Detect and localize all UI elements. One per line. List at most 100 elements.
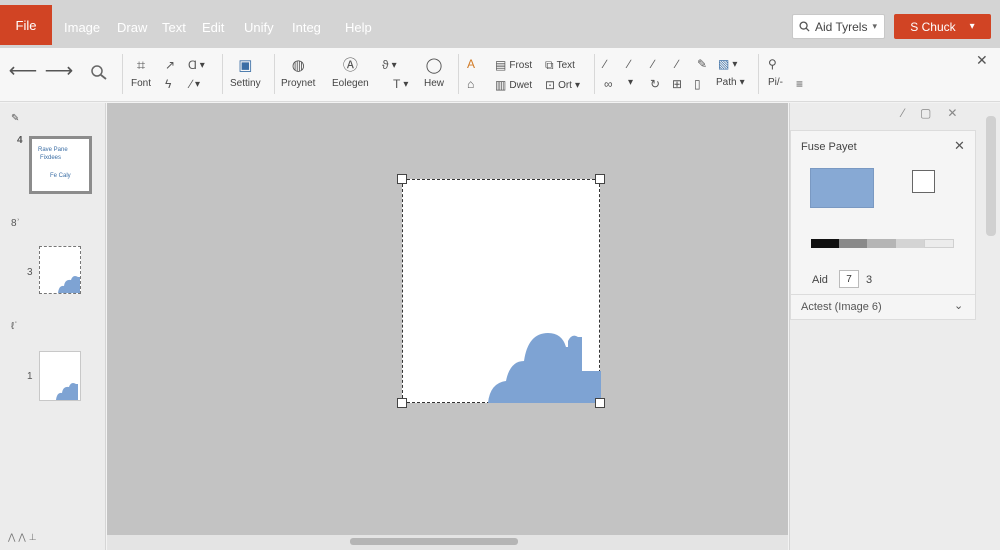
search-box[interactable]: Aid Tyrels ▾: [792, 14, 885, 39]
pencil-tool-button[interactable]: ϟ: [165, 77, 171, 91]
new-button[interactable]: ◯ Hew: [424, 56, 444, 90]
resize-handle-bottom-left[interactable]: [397, 398, 407, 408]
cloud-shape[interactable]: [488, 317, 601, 403]
text-icon: ⧉: [545, 58, 554, 72]
undo-arrow-icon: ⟵: [8, 60, 38, 82]
more-button[interactable]: Pi/-: [768, 77, 783, 88]
text-button[interactable]: ⧉ Text: [545, 58, 575, 73]
brush-tool-button[interactable]: ∕ ▾: [190, 77, 200, 91]
close-icon[interactable]: ✕: [947, 106, 957, 120]
pin-button[interactable]: ✎: [697, 57, 707, 71]
pen-tool-button[interactable]: ∕: [604, 57, 606, 71]
layout-button[interactable]: ▯: [694, 77, 701, 91]
thumbnail-text: Fe Caly: [50, 173, 71, 179]
selected-slide[interactable]: [402, 179, 601, 403]
insert-button[interactable]: ▥ Dwet: [495, 78, 532, 92]
hamburger-icon: ≡: [796, 77, 804, 91]
path-button[interactable]: Path ▾: [716, 77, 745, 88]
menu-item-text[interactable]: Text: [162, 20, 186, 35]
zoom-button[interactable]: [89, 63, 109, 81]
crop-button[interactable]: ⊞: [672, 77, 682, 91]
frame-icon[interactable]: [912, 170, 935, 193]
chevron-down-icon: ▾: [628, 77, 634, 88]
format-card: [790, 130, 976, 320]
dropdown-small-button[interactable]: ▾: [628, 77, 633, 88]
gradient-stop[interactable]: [811, 239, 840, 248]
vertical-scrollbar[interactable]: [986, 116, 996, 236]
panel-title: Fuse Payet: [801, 141, 857, 153]
pencil-icon[interactable]: ✎: [11, 113, 19, 124]
slide-thumbnail-1[interactable]: Rave Pane Fixdees Fe Caly: [29, 136, 92, 194]
ort-label: Ort: [558, 79, 572, 91]
image-dropdown[interactable]: Actest (Image 6): [801, 301, 882, 313]
arrow-tool-icon: ↗: [165, 58, 176, 72]
marker-tool-button[interactable]: ∕: [628, 57, 630, 71]
close-icon[interactable]: ✕: [954, 138, 965, 154]
line-tool-button[interactable]: Ɑ ▾: [188, 58, 205, 72]
chevron-down-icon[interactable]: ⌄: [954, 299, 963, 312]
edit-design-label: Eolegen: [332, 78, 369, 89]
line-tool-icon: Ɑ: [188, 58, 197, 72]
close-icon[interactable]: ✕: [976, 52, 988, 69]
pivot-button[interactable]: ⚲: [768, 57, 777, 71]
menu-item-unify[interactable]: Unify: [244, 20, 274, 35]
divider: [791, 294, 975, 295]
font-button[interactable]: ⌗ Font: [131, 56, 151, 90]
format-text-icon: ▤: [495, 58, 507, 72]
edit-design-button[interactable]: Ⓐ Eolegen: [332, 56, 369, 90]
link-button[interactable]: ∞: [604, 77, 613, 91]
gradient-bar[interactable]: [811, 239, 955, 248]
gradient-stop[interactable]: [923, 239, 955, 248]
menu-item-help[interactable]: Help: [345, 20, 372, 35]
insert-icon: ▥: [495, 78, 507, 92]
ribbon-separator: [458, 54, 459, 94]
resize-handle-bottom-right[interactable]: [595, 398, 605, 408]
color-swatch[interactable]: [810, 168, 874, 208]
pin-icon: ✎: [697, 57, 708, 71]
menu-button[interactable]: ≡: [796, 77, 803, 91]
fill-button[interactable]: ▧ ▾: [718, 57, 737, 71]
globe-icon: ◍: [291, 56, 305, 74]
redo-button[interactable]: ⟶: [45, 61, 74, 81]
statusbar-icons: ⋀⋀⊥: [8, 532, 40, 542]
property-label: Proynet: [281, 78, 316, 89]
arrow-tool-button[interactable]: ↗: [165, 58, 175, 72]
thumbnail-text: Rave Pane: [38, 147, 68, 153]
refresh-icon: ↻: [650, 77, 661, 91]
chevron-down-icon: ▾: [199, 59, 205, 71]
settings-button[interactable]: ▣ Settiny: [230, 56, 261, 90]
gradient-stop[interactable]: [895, 239, 924, 248]
undo-button[interactable]: ⟵: [8, 60, 38, 82]
restore-icon[interactable]: ▢: [920, 106, 931, 120]
ort-button[interactable]: ⊡ Ort ▾: [545, 78, 580, 92]
lock-button[interactable]: ⌂: [467, 77, 474, 91]
slide-thumbnail-3[interactable]: [39, 351, 81, 401]
slide-thumbnail-2[interactable]: [39, 246, 81, 294]
ort-icon: ⊡: [545, 78, 556, 92]
resize-handle-top-left[interactable]: [397, 174, 407, 184]
thumbnail-number: 3: [27, 267, 33, 278]
file-tab[interactable]: File: [0, 5, 52, 45]
format-text-button[interactable]: ▤ Frost: [495, 58, 532, 72]
font-color-button[interactable]: A: [467, 57, 475, 71]
gradient-stop[interactable]: [839, 239, 868, 248]
gradient-stop[interactable]: [867, 239, 896, 248]
property-button[interactable]: ◍ Proynet: [281, 56, 316, 90]
menu-item-edit[interactable]: Edit: [202, 20, 224, 35]
menu-item-integ[interactable]: Integ: [292, 20, 321, 35]
menu-item-draw[interactable]: Draw: [117, 20, 147, 35]
scrollbar-thumb[interactable]: [350, 538, 518, 545]
number-input[interactable]: 7: [839, 270, 859, 288]
refresh-button[interactable]: ↻: [650, 77, 660, 91]
cta-button[interactable]: S Chuck ▾: [894, 14, 991, 39]
ribbon-separator: [594, 54, 595, 94]
minimize-icon[interactable]: ⁄: [902, 106, 904, 120]
highlighter-button[interactable]: ∕: [652, 57, 654, 71]
text-label: Text: [556, 60, 575, 71]
resize-handle-top-right[interactable]: [595, 174, 605, 184]
style-button[interactable]: ϑ ▾: [382, 58, 397, 72]
eraser-button[interactable]: ∕: [676, 57, 678, 71]
text-style-button[interactable]: T ▾: [393, 77, 408, 91]
menu-item-image[interactable]: Image: [64, 20, 100, 35]
chevron-down-icon: ▾: [574, 79, 580, 91]
